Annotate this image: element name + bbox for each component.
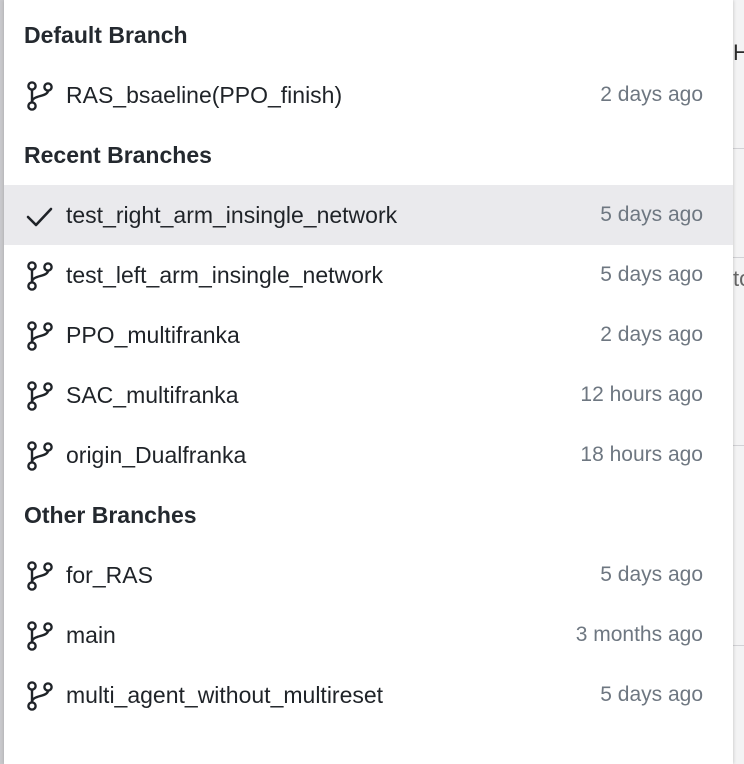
background-divider	[733, 645, 744, 646]
git-branch-icon	[27, 381, 53, 411]
git-branch-icon	[27, 261, 53, 291]
branch-item[interactable]: test_left_arm_insingle_network 5 days ag…	[4, 245, 733, 305]
background-glimpse-text: to	[733, 266, 744, 291]
branch-updated-time: 2 days ago	[600, 323, 703, 346]
background-divider	[733, 257, 744, 258]
git-branch-icon	[27, 321, 53, 351]
background-glimpse-text: He	[733, 40, 744, 65]
branch-name: test_right_arm_insingle_network	[66, 201, 398, 228]
branch-updated-time: 3 months ago	[575, 623, 703, 646]
branch-updated-time: 5 days ago	[600, 563, 703, 586]
branch-name: main	[66, 621, 116, 648]
branch-name: test_left_arm_insingle_network	[66, 261, 384, 288]
git-branch-icon	[27, 681, 53, 711]
branch-item-default[interactable]: RAS_bsaeline(PPO_finish) 2 days ago	[4, 65, 733, 125]
git-branch-icon	[27, 441, 53, 471]
git-branch-icon	[27, 621, 53, 651]
branch-updated-time: 2 days ago	[600, 83, 703, 106]
branch-item[interactable]: origin_Dualfranka 18 hours ago	[4, 425, 733, 485]
branch-name: origin_Dualfranka	[66, 441, 247, 468]
git-branch-icon	[27, 561, 53, 591]
checkmark-icon	[26, 207, 53, 227]
branch-updated-time: 5 days ago	[600, 683, 703, 706]
branch-name: SAC_multifranka	[66, 381, 239, 408]
section-heading-other: Other Branches	[24, 502, 197, 528]
branch-name: multi_agent_without_multireset	[66, 681, 384, 708]
branch-item[interactable]: for_RAS 5 days ago	[4, 545, 733, 605]
branch-name: PPO_multifranka	[66, 321, 240, 348]
branch-updated-time: 5 days ago	[600, 203, 703, 226]
branch-item-current[interactable]: test_right_arm_insingle_network 5 days a…	[4, 185, 733, 245]
background-divider	[733, 148, 744, 149]
section-heading-recent: Recent Branches	[24, 142, 212, 168]
branch-item[interactable]: main 3 months ago	[4, 605, 733, 665]
git-branch-icon	[27, 81, 53, 111]
branch-item[interactable]: PPO_multifranka 2 days ago	[4, 305, 733, 365]
background-divider	[733, 445, 744, 446]
branch-name: for_RAS	[66, 561, 153, 588]
branch-updated-time: 12 hours ago	[580, 383, 703, 406]
branch-updated-time: 18 hours ago	[580, 443, 703, 466]
branch-item[interactable]: multi_agent_without_multireset 5 days ag…	[4, 665, 733, 725]
branch-name: RAS_bsaeline(PPO_finish)	[66, 81, 343, 108]
section-heading-default: Default Branch	[24, 22, 188, 48]
branch-dropdown-panel: Default Branch RAS_bsaeline(PPO_finish) …	[4, 0, 733, 764]
branch-updated-time: 5 days ago	[600, 263, 703, 286]
branch-item[interactable]: SAC_multifranka 12 hours ago	[4, 365, 733, 425]
